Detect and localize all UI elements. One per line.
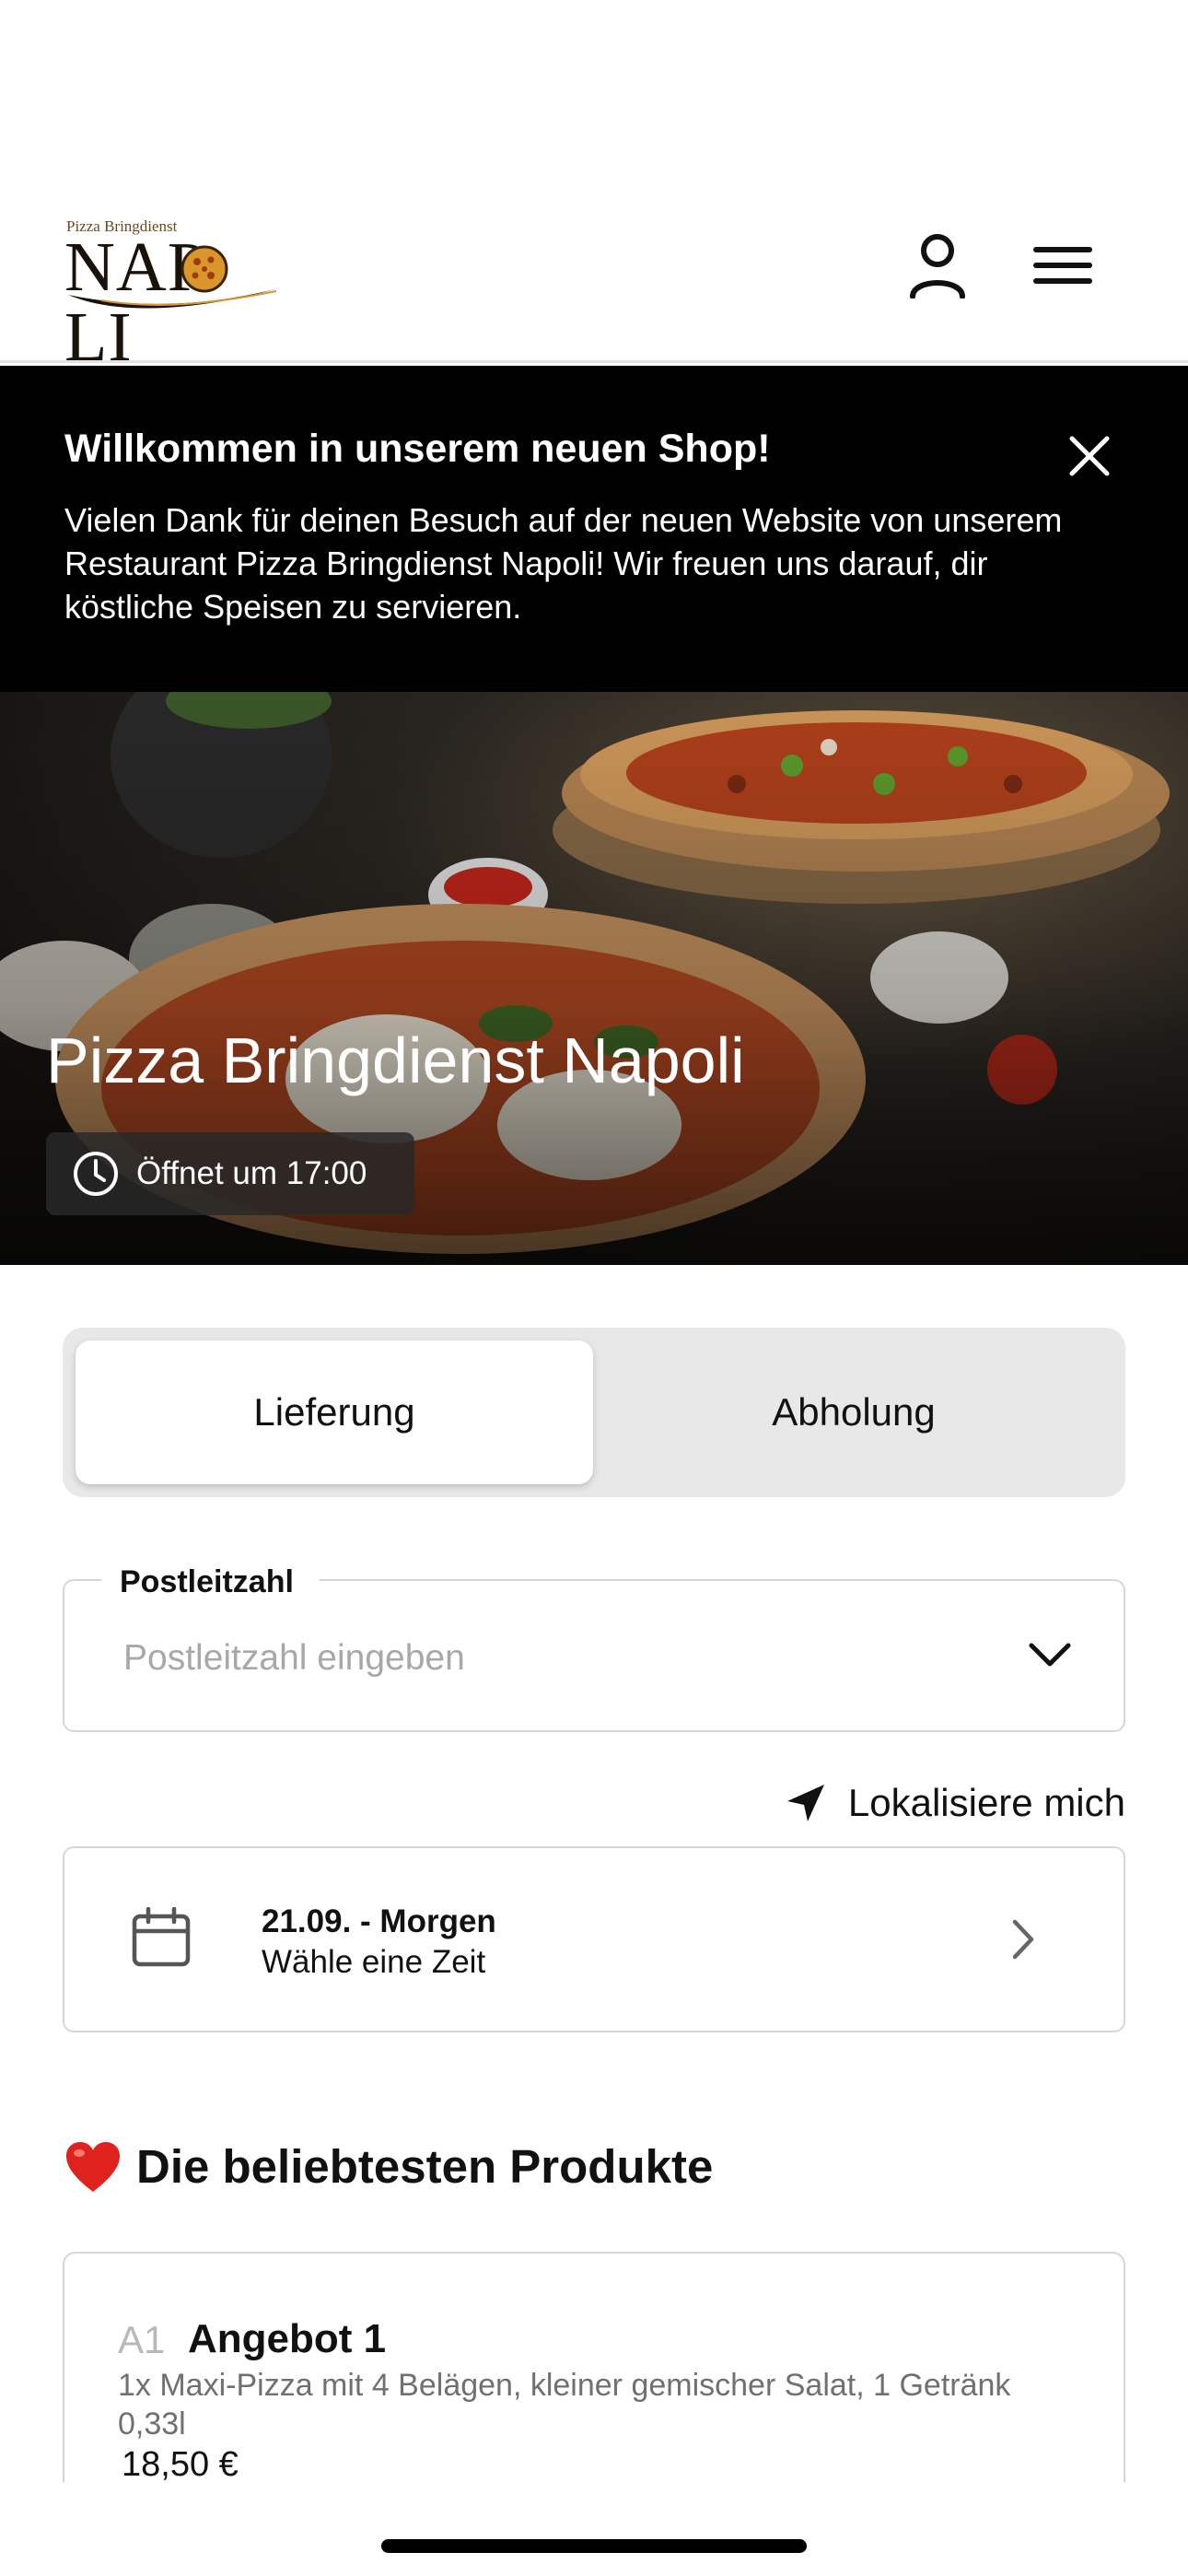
postcode-field[interactable]: Postleitzahl Postleitzahl eingeben bbox=[63, 1564, 1125, 1732]
home-indicator bbox=[381, 2539, 807, 2553]
chevron-right-icon bbox=[1012, 1919, 1034, 1960]
location-arrow-icon bbox=[786, 1785, 824, 1821]
delivery-time-selector[interactable]: 21.09. - Morgen Wähle eine Zeit bbox=[63, 1846, 1125, 2032]
clock-icon bbox=[74, 1152, 118, 1196]
product-code: A1 bbox=[118, 2318, 166, 2361]
order-mode-toggle: Lieferung Abholung bbox=[63, 1328, 1125, 1497]
locate-me-button[interactable]: Lokalisiere mich bbox=[755, 1771, 1125, 1835]
banner-title: Willkommen in unserem neuen Shop! bbox=[64, 427, 771, 471]
status-bar bbox=[0, 0, 1188, 184]
opening-hours-badge: Öffnet um 17:00 bbox=[46, 1132, 414, 1215]
choose-time-hint: Wähle eine Zeit bbox=[262, 1944, 486, 1980]
locate-me-label: Lokalisiere mich bbox=[847, 1781, 1125, 1824]
banner-text: Vielen Dank für deinen Besuch auf der ne… bbox=[64, 501, 1063, 626]
user-icon[interactable] bbox=[901, 228, 974, 302]
selected-date: 21.09. - Morgen bbox=[262, 1903, 496, 1939]
postcode-label: Postleitzahl bbox=[101, 1564, 320, 1600]
popular-products-heading: Die beliebtesten Produkte bbox=[64, 2139, 713, 2194]
calendar-icon bbox=[132, 1907, 191, 1967]
site-header: Pizza Bringdienst NAPLI bbox=[0, 184, 1188, 372]
tab-delivery[interactable]: Lieferung bbox=[76, 1341, 593, 1484]
product-description: 1x Maxi-Pizza mit 4 Belägen, kleiner gem… bbox=[118, 2368, 1011, 2441]
tab-pickup[interactable]: Abholung bbox=[595, 1341, 1112, 1484]
opening-hours-text: Öffnet um 17:00 bbox=[136, 1155, 367, 1191]
product-name: Angebot 1 bbox=[188, 2316, 387, 2361]
chevron-down-icon[interactable] bbox=[1026, 1631, 1074, 1679]
logo[interactable]: Pizza Bringdienst NAPLI bbox=[64, 214, 285, 372]
heart-icon bbox=[66, 2141, 120, 2192]
product-price: 18,50 € bbox=[122, 2445, 239, 2484]
postcode-input[interactable]: Postleitzahl eingeben bbox=[123, 1638, 465, 1679]
bottom-safe-area bbox=[0, 2482, 1188, 2576]
logo-swash bbox=[68, 287, 282, 309]
welcome-banner: Willkommen in unserem neuen Shop! Vielen… bbox=[0, 366, 1188, 692]
hero-image: Pizza Bringdienst Napoli Öffnet um 17:00 bbox=[0, 692, 1188, 1265]
close-icon[interactable] bbox=[1068, 435, 1114, 481]
popular-products-title: Die beliebtesten Produkte bbox=[136, 2140, 714, 2193]
restaurant-title: Pizza Bringdienst Napoli bbox=[46, 1025, 745, 1096]
menu-icon[interactable] bbox=[1026, 228, 1100, 302]
